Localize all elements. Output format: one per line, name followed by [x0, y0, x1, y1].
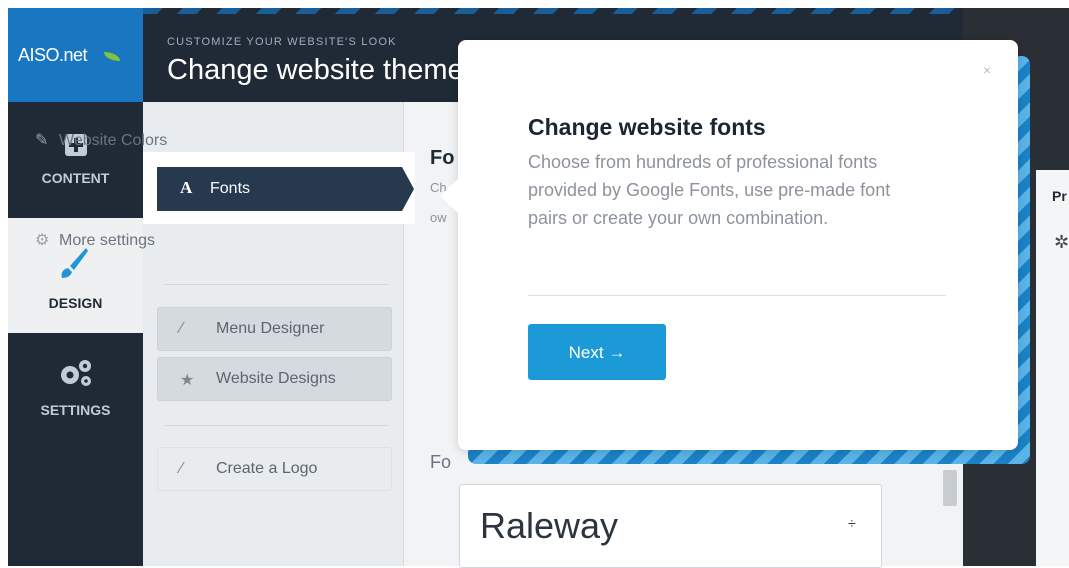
star-icon: ★ [180, 372, 195, 389]
scrollbar-thumb[interactable] [943, 470, 957, 506]
font-select-value: Raleway [480, 505, 619, 546]
close-icon[interactable]: × [983, 62, 991, 78]
paintbrush-icon [58, 246, 88, 285]
button-label: Menu Designer [216, 320, 325, 337]
sidebar-item-label: More settings [59, 232, 156, 249]
header-stripe [143, 8, 963, 14]
active-arrow [402, 167, 414, 211]
create-logo-button[interactable]: ⁄ Create a Logo [157, 447, 392, 491]
rail-label-design: DESIGN [48, 295, 103, 311]
sidebar-item-website-colors[interactable]: ✎ Website Colors [35, 130, 167, 150]
website-designs-button[interactable]: ★ Website Designs [157, 357, 392, 401]
next-button[interactable]: Next → [528, 324, 666, 380]
sidebar-item-label: Website Colors [59, 132, 168, 149]
rail-item-settings[interactable]: SETTINGS [8, 358, 143, 418]
sparkle-icon: ✲ [1054, 232, 1069, 252]
leaf-icon [104, 52, 120, 61]
font-select[interactable]: Raleway ÷ [459, 484, 882, 568]
tour-popup [458, 40, 1018, 450]
sidebar-item-fonts[interactable]: A Fonts [157, 167, 402, 211]
section-title: Fo [430, 147, 455, 169]
font-field-label: Fo [430, 452, 452, 472]
popup-title: Change website fonts [528, 114, 766, 140]
font-a-icon: A [180, 178, 193, 197]
header-subtitle: CUSTOMIZE YOUR WEBSITE'S LOOK [167, 36, 397, 48]
button-label: Website Designs [216, 370, 336, 387]
rail-label-content: CONTENT [41, 170, 110, 186]
sidebar-item-more-settings[interactable]: ⚙ More settings [35, 230, 155, 250]
preview-panel: Pr ✲ [1036, 170, 1069, 566]
page-title: Change website theme [167, 54, 464, 86]
preview-label: Pr [1052, 188, 1067, 204]
popup-divider [528, 295, 946, 296]
gears-small-icon: ⚙ [35, 232, 50, 249]
brush-icon: ✎ [35, 132, 49, 149]
gears-icon [8, 358, 143, 394]
magic-wand-icon: ⁄ [180, 460, 183, 477]
popup-description: Choose from hundreds of professional fon… [528, 152, 891, 228]
logo-text: AISO.net [18, 45, 88, 65]
rail-label-settings: SETTINGS [40, 402, 111, 418]
select-arrows-icon: ÷ [848, 515, 856, 531]
button-label: Create a Logo [216, 460, 318, 477]
sidebar-item-label: Fonts [210, 180, 251, 197]
divider [165, 284, 389, 285]
menu-designer-button[interactable]: ⁄ Menu Designer [157, 307, 392, 351]
divider [165, 425, 389, 426]
popup-pointer [440, 178, 459, 214]
logo[interactable]: AISO.net [8, 8, 143, 102]
magic-wand-icon: ⁄ [180, 320, 183, 337]
